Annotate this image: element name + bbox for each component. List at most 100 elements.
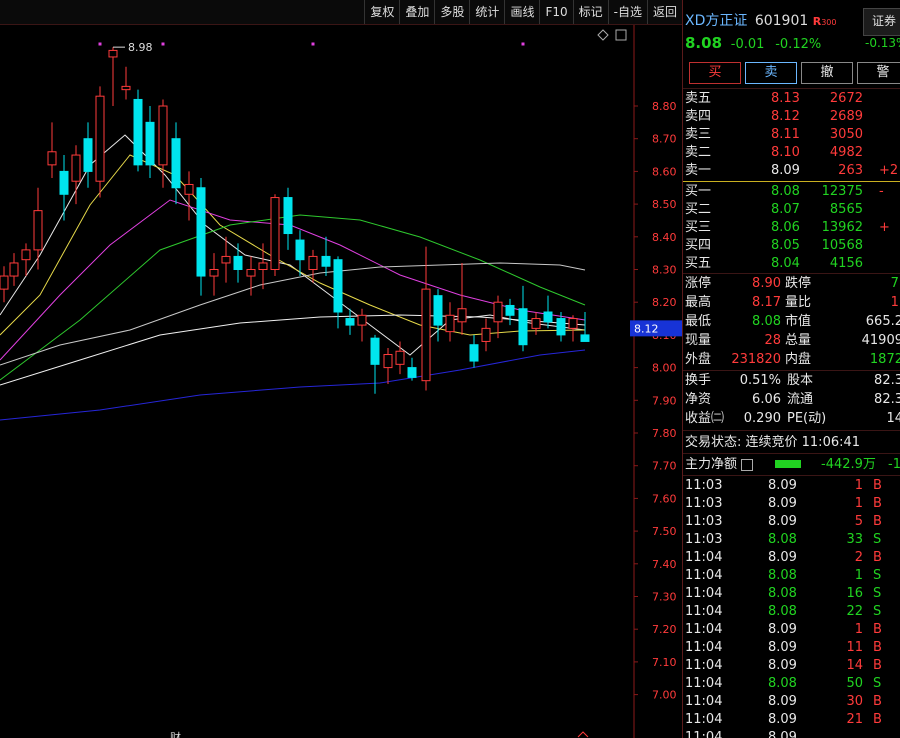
toolbar-button-4[interactable]: 画线 (504, 0, 539, 24)
tick-row[interactable]: 11:03 8.09 5 B (683, 513, 900, 531)
level-label: 买三 (685, 220, 712, 235)
divider (683, 88, 900, 89)
tick-row[interactable]: 11:04 8.09 21 B (683, 711, 900, 729)
level-label: 卖二 (685, 145, 712, 160)
toolbar-button-7[interactable]: -自选 (607, 0, 647, 24)
candle-body (580, 334, 590, 342)
tick-side: B (873, 658, 882, 673)
ask-row[interactable]: 卖五 8.13 2672 (683, 90, 900, 108)
tick-price: 8.09 (768, 478, 797, 493)
tick-price: 8.09 (768, 640, 797, 655)
stat-value: 231820 (731, 352, 781, 367)
tick-time: 11:03 (685, 478, 723, 493)
tick-price: 8.09 (768, 496, 797, 511)
alert-button[interactable]: 警 (857, 62, 900, 84)
scroll-up-icon (577, 731, 589, 738)
candle-body (71, 154, 81, 182)
tick-row[interactable]: 11:03 8.08 33 S (683, 531, 900, 549)
candle-body (184, 183, 194, 195)
tick-time: 11:03 (685, 532, 723, 547)
axis-label: 7.50 (652, 525, 677, 538)
buy-button[interactable]: 买 (689, 62, 741, 84)
sell-button[interactable]: 卖 (745, 62, 797, 84)
cancel-order-button[interactable]: 撤 (801, 62, 853, 84)
stat-value: 665.2 (865, 314, 900, 329)
tab-securities[interactable]: 证券 (863, 8, 900, 36)
bid-row[interactable]: 买三 8.06 13962 + (683, 219, 900, 237)
candle-body (9, 262, 19, 277)
candle-body (345, 318, 355, 326)
tick-volume: 2 (854, 550, 863, 565)
quote-header: XD方正证 601901 R300 证券 8.08 -0.01 -0.12% -… (683, 0, 900, 60)
tick-volume: 1 (854, 496, 863, 511)
stat-label: 内盘 (785, 352, 812, 367)
tick-side: B (873, 550, 882, 565)
axis-label: 8.50 (652, 198, 677, 211)
candle-body (233, 255, 243, 270)
kline-svg[interactable]: 8.808.708.608.508.408.308.208.108.007.90… (0, 25, 682, 738)
toolbar-button-5[interactable]: F10 (539, 0, 572, 24)
tick-time: 11:04 (685, 694, 723, 709)
toolbar-button-6[interactable]: 标记 (572, 0, 608, 24)
tick-volume: 14 (846, 658, 863, 673)
tick-time: 11:03 (685, 514, 723, 529)
tick-side: S (873, 568, 882, 583)
level-volume: 263 (838, 163, 863, 178)
ask-row[interactable]: 卖二 8.10 4982 (683, 144, 900, 162)
stat-row: 外盘 231820 内盘 1872 (683, 351, 900, 369)
stat-value: 1. (890, 295, 900, 310)
tick-row[interactable]: 11:04 8.08 16 S (683, 585, 900, 603)
main-flow-label: 主力净额 (685, 457, 738, 472)
toolbar-button-3[interactable]: 统计 (469, 0, 504, 24)
tick-price: 8.08 (768, 532, 797, 547)
tick-row[interactable]: 11:04 8.09 2 B (683, 549, 900, 567)
ask-row[interactable]: 卖四 8.12 2689 (683, 108, 900, 126)
tick-row[interactable]: 11:04 8.09 14 B (683, 657, 900, 675)
margin-badge-sub: 300 (821, 18, 837, 27)
candle-body (357, 314, 367, 326)
moving-average-6 (0, 349, 586, 421)
tick-row[interactable]: 11:04 8.09 30 B (683, 693, 900, 711)
ask-row[interactable]: 卖一 8.09 263 +2 (683, 162, 900, 180)
candlestick-chart[interactable]: 8.808.708.608.508.408.308.208.108.007.90… (0, 25, 682, 738)
fund-label: 换手 (685, 373, 712, 388)
toolbar-button-0[interactable]: 复权 (364, 0, 399, 24)
margin-badge: R (812, 15, 822, 28)
tick-row[interactable]: 11:04 8.09 (683, 729, 900, 738)
ask-row[interactable]: 卖三 8.11 3050 (683, 126, 900, 144)
tick-side: B (873, 478, 882, 493)
level-label: 卖三 (685, 127, 712, 142)
tick-row[interactable]: 11:04 8.09 11 B (683, 639, 900, 657)
bid-row[interactable]: 买四 8.05 10568 (683, 237, 900, 255)
bid-row[interactable]: 买一 8.08 12375 - (683, 183, 900, 201)
level-volume: 12375 (821, 184, 863, 199)
tick-row[interactable]: 11:04 8.08 22 S (683, 603, 900, 621)
level-price: 8.13 (771, 91, 800, 106)
tick-volume: 33 (846, 532, 863, 547)
candle-body (518, 308, 528, 346)
toolbar-button-2[interactable]: 多股 (434, 0, 469, 24)
bid-row[interactable]: 买五 8.04 4156 (683, 255, 900, 273)
bid-row[interactable]: 买二 8.07 8565 (683, 201, 900, 219)
tick-time: 11:04 (685, 568, 723, 583)
list-icon[interactable] (741, 459, 753, 471)
stat-row: 最低 8.08 市值 665.2 (683, 313, 900, 331)
tick-volume: 50 (846, 676, 863, 691)
candle-body (457, 308, 467, 323)
tick-row[interactable]: 11:04 8.09 1 B (683, 621, 900, 639)
toolbar-button-1[interactable]: 叠加 (399, 0, 434, 24)
candle-body (270, 197, 280, 270)
tick-row[interactable]: 11:03 8.09 1 B (683, 495, 900, 513)
candle-body (0, 275, 9, 290)
axis-label: 8.20 (652, 296, 677, 309)
stock-code: 601901 (754, 13, 809, 29)
toolbar-button-8[interactable]: 返回 (646, 0, 682, 24)
tick-row[interactable]: 11:04 8.08 50 S (683, 675, 900, 693)
fundamental-row: 收益㈡ 0.290 PE(动) 14 (683, 410, 900, 428)
tick-price: 8.08 (768, 676, 797, 691)
level-label: 买四 (685, 238, 712, 253)
tick-row[interactable]: 11:03 8.09 1 B (683, 477, 900, 495)
tick-time: 11:04 (685, 712, 723, 727)
tick-row[interactable]: 11:04 8.08 1 S (683, 567, 900, 585)
fund-label: 净资 (685, 392, 712, 407)
